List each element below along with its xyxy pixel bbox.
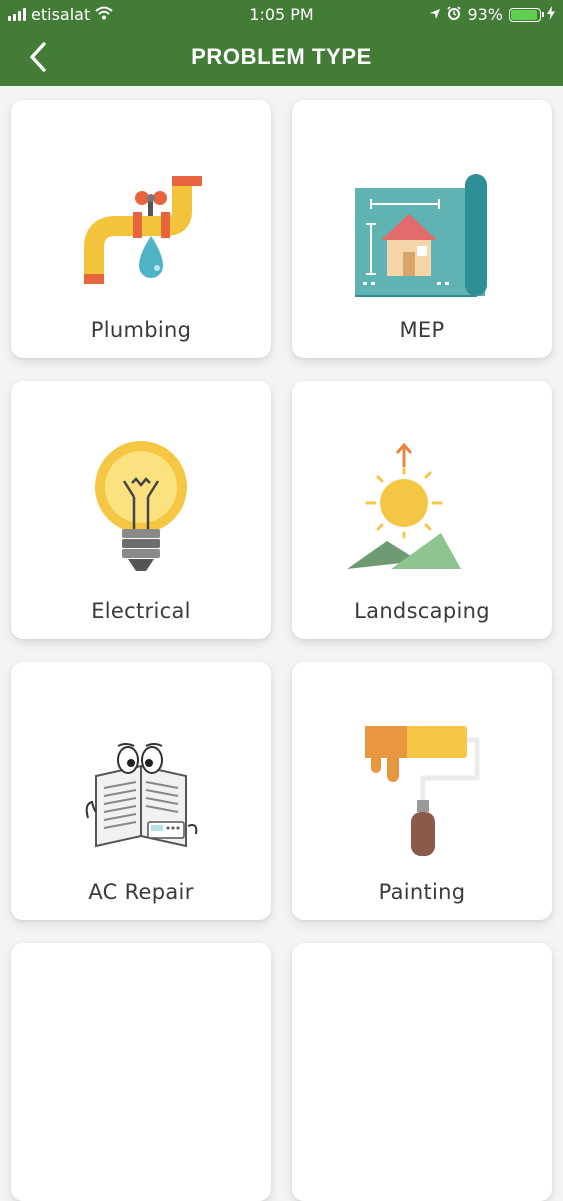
pipe-icon [66,156,216,306]
category-label: Landscaping [354,599,490,623]
category-card-landscaping[interactable]: Landscaping [292,381,552,639]
paint-roller-icon [347,718,497,868]
battery-percent: 93% [467,5,503,24]
alarm-clock-icon [447,5,462,24]
category-label: Painting [378,880,466,904]
category-label: AC Repair [88,880,194,904]
category-card-more-1[interactable] [11,943,271,1201]
status-right: 93% [429,5,555,24]
category-card-electrical[interactable]: Electrical [11,381,271,639]
category-card-ac-repair[interactable]: AC Repair [11,662,271,920]
page-title: PROBLEM TYPE [191,44,372,69]
blueprint-icon [347,156,497,306]
category-card-plumbing[interactable]: Plumbing [11,100,271,358]
problem-type-grid: Plumbing MEP Electrical Landscaping AC R… [0,86,563,1201]
lightbulb-icon [66,437,216,587]
charging-bolt-icon [547,5,555,24]
status-bar: etisalat 1:05 PM 93% [0,0,563,30]
category-label: MEP [399,318,445,342]
category-label: Electrical [91,599,191,623]
category-card-painting[interactable]: Painting [292,662,552,920]
app-header: etisalat 1:05 PM 93% PROBLEM TYPE [0,0,563,86]
category-label: Plumbing [90,318,192,342]
sunrise-icon [347,437,497,587]
battery-icon [509,7,544,22]
category-card-mep[interactable]: MEP [292,100,552,358]
category-card-more-2[interactable] [292,943,552,1201]
ac-manual-icon [66,718,216,868]
location-arrow-icon [429,5,441,24]
